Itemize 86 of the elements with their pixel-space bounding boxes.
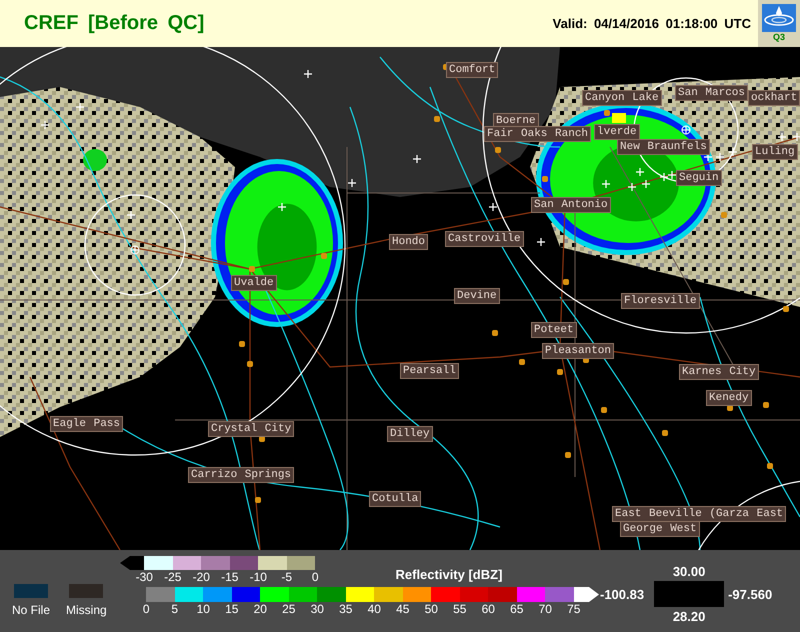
scale-tick: -25: [163, 570, 182, 585]
scale-tick: 45: [395, 602, 410, 617]
city-label: Carrizo Springs: [188, 467, 294, 483]
city-label: Seguin: [676, 170, 722, 186]
plus-marker-icon: [601, 179, 611, 189]
scale-tick: 55: [452, 602, 468, 617]
legend-title: Reflectivity [dBZ]: [396, 567, 502, 582]
plus-marker-icon: [703, 152, 713, 162]
scale-tick: -10: [248, 570, 268, 585]
city-label: Dilley: [387, 426, 433, 442]
scale-tick: 15: [224, 602, 240, 617]
plus-marker-icon: [488, 202, 498, 212]
scale-tick: -30: [134, 570, 154, 585]
plus-marker-icon: [627, 182, 637, 192]
scale-tick: -5: [280, 570, 294, 585]
city-label: Castroville: [445, 231, 524, 247]
city-label: Uvalde: [231, 275, 277, 291]
scale-tick: 0: [310, 570, 320, 585]
max-reading: -97.560: [728, 586, 772, 602]
plus-marker-icon: [728, 147, 738, 157]
scale-tick: 20: [252, 602, 268, 617]
product-title: CREF [Before QC]: [24, 12, 204, 35]
plus-marker-icon: [667, 170, 677, 180]
plus-marker-icon: [75, 102, 85, 112]
radar-site-icon: [682, 126, 690, 134]
top-reading: 30.00: [672, 564, 706, 579]
scale-tick: 75: [566, 602, 582, 617]
status-label: No File: [12, 603, 50, 617]
city-label: Comfort: [446, 62, 498, 78]
plus-marker-icon: [777, 132, 787, 142]
plus-marker-icon: [126, 210, 136, 220]
plus-marker-icon: [347, 178, 357, 188]
plus-marker-icon: [641, 179, 651, 189]
city-label: Cotulla: [369, 491, 422, 507]
water-ripple-icon: [762, 4, 796, 32]
city-label: lverde: [594, 124, 640, 140]
valid-time: Valid: 04/14/2016 01:18:00 UTC: [552, 16, 751, 31]
plus-marker-icon: [412, 154, 422, 164]
city-label: George West: [620, 521, 700, 537]
city-label: Eagle Pass: [50, 416, 124, 432]
city-label: Karnes City: [679, 364, 759, 380]
city-label: Poteet: [531, 322, 577, 338]
city-label: Pearsall: [400, 363, 459, 379]
plus-marker-icon: [536, 237, 546, 247]
city-label: Floresville: [621, 293, 700, 309]
city-label: Pleasanton: [542, 343, 614, 359]
status-label: Missing: [66, 603, 107, 617]
scale-tick: 50: [424, 602, 439, 617]
scale-tick: 60: [480, 602, 496, 617]
city-label: San Marcos: [675, 85, 748, 101]
plus-marker-icon: [277, 202, 287, 212]
plus-marker-icon: [659, 172, 669, 182]
radar-site-icon: [130, 246, 140, 254]
scale-tick: 35: [338, 602, 354, 617]
plus-marker-icon: [635, 167, 645, 177]
plus-marker-icon: [792, 132, 800, 142]
plus-marker-icon: [715, 152, 725, 162]
min-reading: -100.83: [600, 586, 644, 602]
scale-tick: 70: [538, 602, 553, 617]
right-arrow-icon: [574, 587, 598, 602]
plus-marker-icon: [40, 120, 50, 130]
scale-tick: -15: [220, 570, 240, 585]
scale-tick: 10: [196, 602, 211, 617]
value-box: [654, 581, 724, 607]
city-label: Fair Oaks Ranch: [484, 126, 592, 142]
city-label: Canyon Lake: [582, 90, 662, 106]
scale-tick: 65: [509, 602, 524, 617]
plus-marker-icon: [303, 69, 313, 79]
city-label: ockhart: [748, 90, 800, 106]
city-label: Kenedy: [706, 390, 752, 406]
scale-tick: 5: [170, 602, 180, 617]
city-label: Hondo: [389, 234, 428, 250]
city-label: Crystal City: [208, 421, 294, 437]
city-label: Devine: [454, 288, 500, 304]
scale-tick: 30: [310, 602, 325, 617]
scale-tick: 40: [366, 602, 382, 617]
city-label: Luling: [752, 144, 798, 160]
bottom-reading: 28.20: [672, 609, 706, 624]
scale-tick: -20: [192, 570, 211, 585]
logo-label: Q3: [772, 32, 785, 42]
left-arrow-icon: [120, 556, 144, 570]
scale-tick: 25: [281, 602, 296, 617]
city-label: San Antonio: [531, 197, 611, 213]
city-label: East Beeville (Garza East: [612, 506, 786, 522]
scale-tick: 0: [142, 602, 151, 617]
city-label: New Braunfels: [617, 139, 710, 155]
